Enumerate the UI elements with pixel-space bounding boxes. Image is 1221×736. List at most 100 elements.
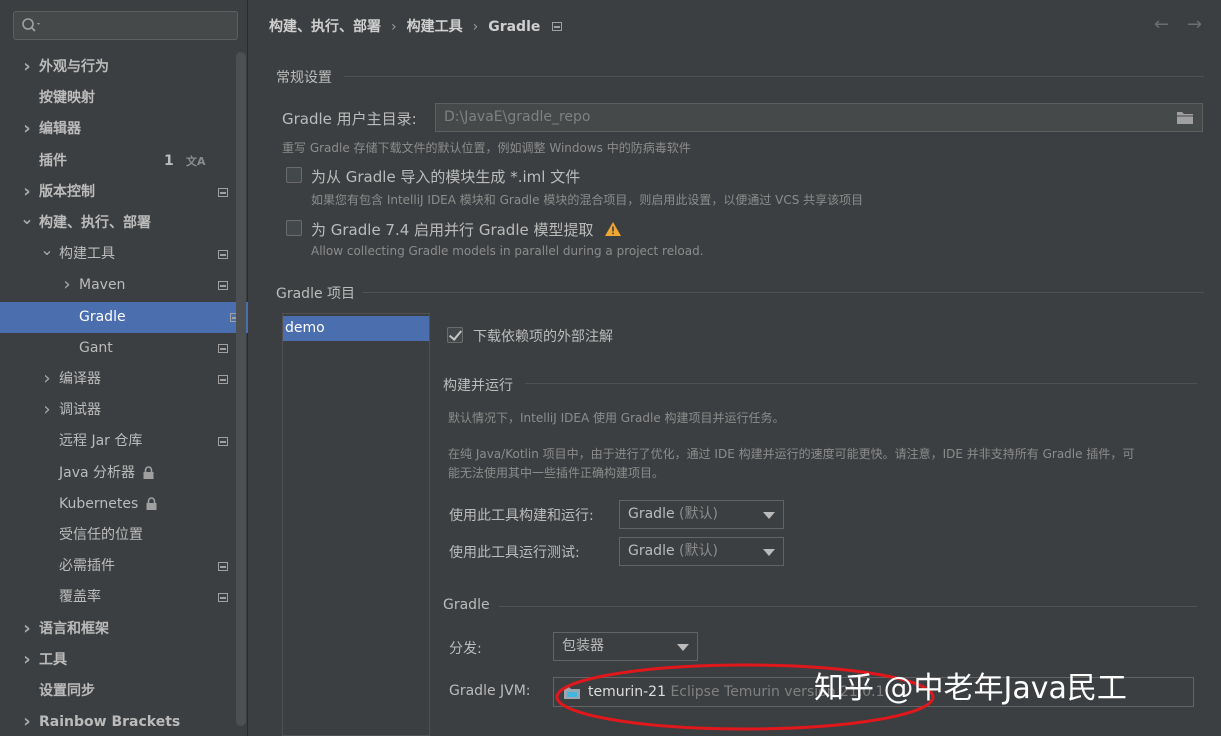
sidebar-item[interactable]: › 版本控制	[0, 177, 236, 208]
chevron-right-icon[interactable]: ›	[60, 269, 74, 300]
sidebar-item[interactable]: › 语言和框架	[0, 614, 236, 645]
build-run-title: 构建并运行	[443, 378, 513, 394]
gradle-user-home-hint: 重写 Gradle 存储下载文件的默认位置，例如调整 Windows 中的防病毒…	[282, 141, 691, 155]
sidebar-item-label: 编译器	[59, 364, 101, 395]
sidebar-item-text: 调试器	[59, 402, 101, 419]
sidebar-item[interactable]: ⌄ 构建工具	[0, 239, 236, 270]
project-level-icon	[218, 343, 228, 353]
build-with-value: Gradle	[628, 506, 675, 522]
search-icon	[22, 18, 40, 32]
sidebar-item-label: Java 分析器	[59, 458, 154, 489]
gradle-project-list: demo	[282, 313, 430, 736]
sidebar-item-text: 版本控制	[39, 183, 95, 200]
sidebar-item[interactable]: 插件 1 文A	[0, 146, 236, 177]
settings-search-input[interactable]	[13, 11, 238, 40]
section-divider	[362, 292, 1204, 293]
project-level-icon	[218, 187, 228, 197]
distribution-select[interactable]: 包装器	[553, 632, 698, 661]
build-run-note-line2: 能无法使用其中一些插件正确构建项目。	[448, 466, 665, 480]
sidebar-item-label: 编辑器	[39, 114, 81, 145]
sidebar-item[interactable]: Gant	[0, 333, 236, 364]
project-level-icon	[218, 375, 228, 384]
sidebar-item-label: Maven	[79, 270, 125, 301]
sidebar-item-label: Rainbow Brackets	[39, 707, 180, 736]
distribution-value: 包装器	[562, 638, 604, 654]
sidebar-item-label: Kubernetes	[59, 489, 157, 520]
section-divider	[499, 606, 1197, 607]
dropdown-arrow-icon	[763, 512, 775, 519]
sidebar-item-label: 必需插件	[59, 551, 115, 582]
sidebar-item[interactable]: 覆盖率	[0, 582, 236, 613]
gradle-user-home-field[interactable]: D:\JavaE\gradle_repo	[435, 103, 1203, 132]
sidebar-item[interactable]: Gradle	[0, 301, 248, 333]
general-settings-title: 常规设置	[276, 70, 332, 86]
sidebar-item-label: 构建、执行、部署	[39, 208, 151, 239]
breadcrumb-build[interactable]: 构建、执行、部署	[269, 19, 381, 35]
sidebar-item[interactable]: Java 分析器	[0, 458, 236, 489]
sidebar-item-text: Kubernetes	[59, 495, 139, 512]
chevron-right-icon[interactable]: ›	[40, 363, 54, 394]
sidebar-item-text: 工具	[39, 651, 67, 668]
folder-icon[interactable]	[1176, 110, 1194, 125]
sidebar-item-text: 按键映射	[39, 90, 95, 107]
sidebar-item[interactable]: › 调试器	[0, 395, 236, 426]
sidebar-item-label: 语言和框架	[39, 614, 109, 645]
sidebar-item-label: 插件	[39, 146, 67, 177]
project-level-icon	[218, 281, 228, 291]
chevron-right-icon[interactable]: ›	[40, 394, 54, 425]
parallel-model-checkbox[interactable]	[286, 220, 302, 236]
sidebar-item-label: 版本控制	[39, 177, 95, 208]
dropdown-arrow-icon	[763, 549, 775, 556]
project-level-icon	[218, 562, 228, 572]
sidebar-item-text: 设置同步	[39, 683, 95, 699]
sidebar-item[interactable]: › 外观与行为	[0, 52, 236, 83]
sidebar-item-text: Maven	[79, 277, 126, 294]
project-item-demo[interactable]: demo	[283, 316, 429, 341]
sidebar-item[interactable]: › 编译器	[0, 364, 236, 395]
sidebar-item[interactable]: 设置同步	[0, 676, 236, 707]
chevron-right-icon[interactable]: ›	[20, 644, 34, 675]
sidebar-item-label: 外观与行为	[39, 52, 109, 83]
test-with-select[interactable]: Gradle (默认)	[619, 537, 784, 566]
gradle-jvm-label: Gradle JVM:	[449, 683, 531, 699]
sidebar-item[interactable]: › Maven	[0, 270, 236, 301]
chevron-right-icon[interactable]: ›	[20, 613, 34, 644]
lock-icon	[143, 466, 154, 480]
chevron-down-icon[interactable]: ⌄	[40, 234, 54, 265]
download-annotations-checkbox[interactable]	[447, 327, 463, 343]
sidebar-item[interactable]: ⌄ 构建、执行、部署	[0, 208, 236, 239]
sidebar-scrollbar[interactable]	[236, 52, 246, 726]
sidebar-item-text: Gant	[79, 339, 113, 356]
breadcrumb-build-tools[interactable]: 构建工具	[407, 19, 463, 35]
forward-arrow-icon[interactable]: →	[1187, 14, 1202, 35]
sidebar-item-text: 必需插件	[59, 558, 115, 575]
sidebar-item[interactable]: 按键映射	[0, 83, 236, 114]
sidebar-item-label: 受信任的位置	[59, 520, 143, 551]
build-with-select[interactable]: Gradle (默认)	[619, 500, 784, 529]
sidebar-item[interactable]: 受信任的位置	[0, 520, 236, 551]
sidebar-item-label: 远程 Jar 仓库	[59, 426, 142, 457]
section-divider	[344, 76, 1204, 77]
parallel-model-label: 为 Gradle 7.4 启用并行 Gradle 模型提取	[311, 219, 622, 240]
sidebar-item[interactable]: 远程 Jar 仓库	[0, 426, 236, 457]
sidebar-item[interactable]: 必需插件	[0, 551, 236, 582]
gradle-section-title: Gradle	[443, 597, 490, 613]
sidebar-item-text: Rainbow Brackets	[39, 714, 181, 731]
sidebar-item-label: 按键映射	[39, 83, 95, 114]
chevron-down-icon[interactable]: ⌄	[20, 203, 34, 234]
sidebar-item-text: 外观与行为	[39, 59, 109, 75]
chevron-right-icon: ›	[391, 19, 397, 35]
chevron-right-icon[interactable]: ›	[20, 706, 34, 736]
sidebar-item[interactable]: › Rainbow Brackets	[0, 707, 236, 736]
chevron-right-icon[interactable]: ›	[20, 51, 34, 82]
sidebar-item-text: 编辑器	[39, 121, 81, 138]
sidebar-item-text: 覆盖率	[59, 589, 101, 606]
generate-iml-checkbox[interactable]	[286, 167, 302, 183]
download-annotations-label: 下载依赖项的外部注解	[473, 329, 613, 345]
chevron-right-icon[interactable]: ›	[20, 113, 34, 144]
back-arrow-icon[interactable]: ←	[1154, 14, 1169, 35]
sidebar-item[interactable]: › 编辑器	[0, 114, 236, 145]
parallel-model-hint: Allow collecting Gradle models in parall…	[311, 244, 704, 258]
sidebar-item[interactable]: Kubernetes	[0, 489, 236, 520]
sidebar-item[interactable]: › 工具	[0, 645, 236, 676]
